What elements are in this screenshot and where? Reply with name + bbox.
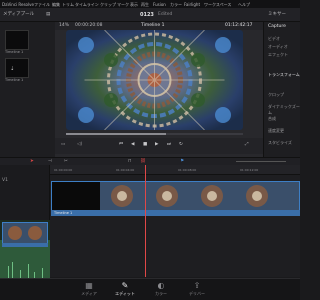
scrubber-progress: [66, 133, 166, 135]
edit-page-icon: ✎: [121, 281, 129, 290]
transport-controls: ▭ ◁) ⏮ ◀ ■ ▶ ⏭ ↻ ⤢: [55, 138, 263, 154]
color-page-icon: ◐: [157, 281, 165, 290]
inspector-panel: Capture ビデオ オーディオ エフェクト トランスフォーム クロップ ダイ…: [263, 22, 300, 157]
timeline-ruler[interactable]: 01:00:00:00 01:00:04:00 01:00:08:00 01:0…: [50, 165, 300, 175]
playhead[interactable]: [145, 165, 146, 277]
selection-tool-icon[interactable]: ➤: [30, 159, 34, 165]
video-frame[interactable]: [66, 30, 243, 130]
viewer-mode-icon[interactable]: ▭: [61, 142, 65, 148]
audio-clip-thumbnail: [3, 223, 47, 243]
media-page-icon: ▦: [85, 281, 93, 290]
page-navigation-bar: ▦ メディア ✎ エディット ◐ カラー ⇪ デリバー: [0, 278, 300, 300]
zoom-slider[interactable]: [236, 161, 286, 162]
play-reverse-icon[interactable]: ◀: [131, 142, 134, 148]
timeline-thumbnail[interactable]: ⇣: [5, 58, 29, 78]
page-color[interactable]: ◐ カラー: [147, 281, 175, 297]
clip-thumbnails: [52, 182, 299, 210]
inspector-section-crop[interactable]: クロップ: [268, 92, 284, 98]
inspector-tab-audio[interactable]: オーディオ: [268, 44, 288, 50]
viewer-scrubber[interactable]: [66, 133, 243, 135]
page-media[interactable]: ▦ メディア: [75, 281, 103, 297]
ruler-tick: 01:00:04:00: [116, 168, 135, 172]
inspector-section-dynamic-zoom[interactable]: ダイナミックズーム: [268, 104, 300, 116]
ruler-tick: 01:00:00:00: [54, 168, 73, 172]
link-icon[interactable]: ⛓: [140, 159, 146, 165]
edit-toolbar: ➤ ⊣ ✂ ⊓ ⛓ ⚑: [0, 157, 300, 165]
mixer-toggle[interactable]: ミキサー: [268, 12, 286, 18]
timeline-thumbnail-label: Timeline 1: [5, 78, 24, 82]
menu-item-fusion[interactable]: Fusion: [153, 2, 166, 7]
inspector-title: Capture: [268, 24, 286, 29]
audio-icon[interactable]: ◁): [77, 142, 82, 148]
timeline-thumbnail[interactable]: [5, 30, 29, 50]
menu-item-fairlight[interactable]: Fairlight: [184, 2, 200, 7]
snap-icon[interactable]: ⊓: [128, 159, 132, 165]
inspector-section-composite[interactable]: 合成: [268, 116, 276, 122]
go-to-end-icon[interactable]: ⏭: [167, 142, 171, 148]
track-label-v1[interactable]: V1: [2, 178, 8, 184]
edit-page-label: エディット: [115, 291, 135, 296]
audio-clip-name-bar[interactable]: [2, 243, 48, 247]
media-pool-icon[interactable]: ▤: [46, 12, 50, 18]
play-icon[interactable]: ▶: [155, 142, 158, 148]
video-clip-name: Timeline 1: [54, 211, 73, 215]
media-pool-toggle[interactable]: メディアプール: [3, 12, 34, 18]
inspector-tab-video[interactable]: ビデオ: [268, 36, 280, 42]
flag-icon[interactable]: ⚑: [180, 159, 184, 165]
inspector-tab-effects[interactable]: エフェクト: [268, 52, 288, 58]
record-timecode: 01:12:42:17: [225, 23, 253, 28]
timeline-icon: ⇣: [10, 66, 15, 72]
deliver-page-label: デリバー: [189, 291, 205, 296]
page-edit[interactable]: ✎ エディット: [111, 281, 139, 297]
ruler-tick: 01:00:12:00: [240, 168, 259, 172]
viewer-clip-name[interactable]: Timeline 1: [141, 23, 164, 29]
top-toolbar: メディアプール ▤ 0123 Edited ミキサー: [0, 8, 300, 22]
inspector-section-transform[interactable]: トランスフォーム: [268, 72, 300, 78]
media-page-label: メディア: [81, 291, 97, 296]
color-page-label: カラー: [155, 291, 167, 296]
timeline-thumbnail-label: Timeline 1: [5, 50, 24, 54]
stop-icon[interactable]: ■: [143, 142, 147, 148]
menu-bar: DaVinci Resolve ファイル 編集 トリム タイムライン クリップ …: [0, 0, 300, 8]
video-clip[interactable]: [51, 181, 300, 211]
page-deliver[interactable]: ⇪ デリバー: [183, 281, 211, 297]
inspector-section-stabilize[interactable]: スタビライズ: [268, 140, 292, 146]
ruler-tick: 01:00:08:00: [178, 168, 197, 172]
viewer-header: 14% 00:00:20:08 Timeline 1 01:12:42:17: [55, 22, 263, 30]
menu-item-app[interactable]: DaVinci Resolve: [2, 2, 34, 7]
fullscreen-icon[interactable]: ⤢: [245, 142, 249, 148]
project-title: 0123: [140, 12, 154, 18]
media-pool-panel: Timeline 1 ⇣ Timeline 1: [0, 22, 55, 157]
zoom-level[interactable]: 14%: [59, 23, 69, 29]
deliver-page-icon: ⇪: [193, 281, 201, 290]
blade-tool-icon[interactable]: ✂: [64, 159, 68, 165]
audio-linked-clip[interactable]: [2, 222, 48, 244]
edited-status: Edited: [158, 12, 173, 17]
trim-tool-icon[interactable]: ⊣: [48, 159, 52, 165]
kaleidoscope-image: [66, 30, 243, 130]
loop-icon[interactable]: ↻: [179, 142, 183, 148]
go-to-start-icon[interactable]: ⏮: [119, 142, 123, 148]
inspector-section-speed[interactable]: 速度変更: [268, 128, 284, 134]
source-timecode: 00:00:20:08: [75, 23, 103, 28]
video-clip-name-bar[interactable]: Timeline 1: [51, 210, 300, 216]
